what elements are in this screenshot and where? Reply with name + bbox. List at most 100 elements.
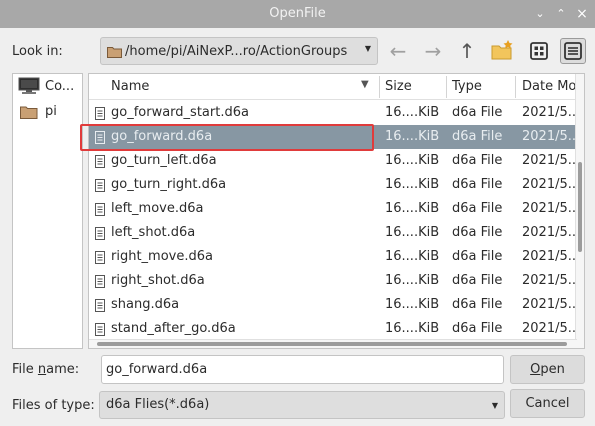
text-file-icon [95, 275, 105, 288]
maximize-icon[interactable]: ⌃ [552, 5, 570, 23]
forward-icon[interactable]: → [418, 36, 448, 66]
file-type-cell: d6a File [452, 273, 503, 288]
file-row[interactable]: go_turn_left.d6a 16....KiB d6a File 2021/5.… [89, 149, 581, 173]
folder-icon [107, 47, 122, 58]
file-name-cell: right_move.d6a [111, 249, 213, 264]
file-date-cell: 2021/5... [522, 153, 581, 168]
window-title: OpenFile [269, 6, 326, 21]
file-size-cell: 16....KiB [385, 201, 440, 216]
file-date-cell: 2021/5... [522, 249, 581, 264]
text-file-icon [95, 203, 105, 216]
file-size-cell: 16....KiB [385, 297, 440, 312]
file-type-combo[interactable]: d6a Flies(*.d6a) ▼ [99, 391, 505, 419]
folder-icon [20, 106, 38, 119]
back-icon[interactable]: ← [383, 36, 413, 66]
file-row[interactable]: right_shot.d6a 16....KiB d6a File 2021/5... [89, 269, 581, 293]
file-row[interactable]: go_turn_right.d6a 16....KiB d6a File 2021/5… [89, 173, 581, 197]
file-type-cell: d6a File [452, 201, 503, 216]
file-name-cell: go_forward_start.d6a [111, 105, 249, 120]
file-name-label: File name: [12, 362, 80, 377]
file-size-cell: 16....KiB [385, 273, 440, 288]
file-type-value: d6a Flies(*.d6a) [106, 397, 210, 412]
sidebar-item-label: Co... [45, 79, 75, 94]
look-in-path: /home/pi/AiNexP...ro/ActionGroups [125, 44, 348, 59]
file-name-cell: left_shot.d6a [111, 225, 196, 240]
text-file-icon [95, 323, 105, 336]
file-type-cell: d6a File [452, 225, 503, 240]
file-name-cell: left_move.d6a [111, 201, 204, 216]
file-row[interactable]: stand_after_go.d6a 16....KiB d6a File 2021/… [89, 317, 581, 341]
file-date-cell: 2021/5... [522, 321, 581, 336]
close-icon[interactable]: × [573, 5, 591, 23]
minimize-icon[interactable]: ⌄ [531, 5, 549, 23]
file-name-cell: right_shot.d6a [111, 273, 205, 288]
file-date-cell: 2021/5... [522, 273, 581, 288]
list-view-icon [564, 42, 582, 60]
text-file-icon [95, 299, 105, 312]
file-row[interactable]: go_forward_start.d6a 16....KiB d6a File 202… [89, 101, 581, 125]
vertical-scrollbar[interactable] [575, 74, 584, 348]
file-type-cell: d6a File [452, 105, 503, 120]
file-name-cell: go_turn_right.d6a [111, 177, 227, 192]
text-file-icon [95, 107, 105, 120]
file-type-cell: d6a File [452, 177, 503, 192]
file-row[interactable]: shang.d6a 16....KiB d6a File 2021/5... [89, 293, 581, 317]
sidebar-item-computer[interactable]: Co... [18, 77, 80, 97]
file-row[interactable]: right_move.d6a 16....KiB d6a File 2021/5... [89, 245, 581, 269]
horizontal-scrollbar[interactable] [89, 339, 577, 348]
file-list[interactable]: Name ▼ Size Type Date Mo go_forward_star… [88, 73, 585, 349]
file-name-cell: go_turn_left.d6a [111, 153, 217, 168]
file-type-cell: d6a File [452, 321, 503, 336]
detail-view-button[interactable] [560, 38, 586, 64]
text-file-icon [95, 227, 105, 240]
cancel-button[interactable]: Cancel [510, 389, 585, 418]
computer-icon [18, 77, 40, 94]
file-size-cell: 16....KiB [385, 321, 440, 336]
chevron-down-icon: ▼ [364, 44, 371, 53]
file-size-cell: 16....KiB [385, 153, 440, 168]
text-file-icon [95, 179, 105, 192]
icon-view-button[interactable] [526, 38, 552, 64]
file-size-cell: 16....KiB [385, 129, 440, 144]
file-type-cell: d6a File [452, 249, 503, 264]
file-type-cell: d6a File [452, 153, 503, 168]
file-size-cell: 16....KiB [385, 105, 440, 120]
file-size-cell: 16....KiB [385, 249, 440, 264]
file-date-cell: 2021/5... [522, 297, 581, 312]
file-date-cell: 2021/5... [522, 129, 581, 144]
text-file-icon [95, 155, 105, 168]
chevron-down-icon: ▼ [491, 401, 498, 410]
file-type-label: Files of type: [12, 398, 95, 413]
column-type[interactable]: Type [452, 79, 482, 94]
file-name-cell: shang.d6a [111, 297, 180, 312]
sidebar-item-label: pi [45, 104, 57, 119]
look-in-combo[interactable]: /home/pi/AiNexP...ro/ActionGroups ▼ [100, 37, 378, 65]
sidebar-item-pi[interactable]: pi [18, 102, 80, 122]
file-name-value: go_forward.d6a [106, 362, 208, 377]
file-row[interactable]: left_shot.d6a 16....KiB d6a File 2021/5... [89, 221, 580, 245]
new-folder-icon [491, 40, 513, 60]
column-name[interactable]: Name [111, 79, 149, 94]
file-name-input[interactable]: go_forward.d6a [101, 355, 504, 384]
text-file-icon [95, 251, 105, 264]
look-in-label: Look in: [12, 44, 63, 59]
up-icon[interactable]: ↑ [452, 36, 482, 66]
file-date-cell: 2021/5... [522, 201, 581, 216]
column-size[interactable]: Size [385, 79, 412, 94]
file-date-cell: 2021/5... [522, 177, 581, 192]
file-type-cell: d6a File [452, 129, 503, 144]
column-date[interactable]: Date Mo [522, 79, 576, 94]
file-size-cell: 16....KiB [385, 177, 440, 192]
file-name-cell: stand_after_go.d6a [111, 321, 236, 336]
places-sidebar: Co... pi [12, 73, 83, 349]
selection-highlight [80, 124, 374, 151]
file-type-cell: d6a File [452, 297, 503, 312]
open-button[interactable]: Open [510, 355, 585, 384]
list-header: Name ▼ Size Type Date Mo [89, 74, 577, 100]
title-bar: OpenFile ⌄ ⌃ × [0, 0, 595, 28]
file-row[interactable]: left_move.d6a 16....KiB d6a File 2021/5... [89, 197, 581, 221]
new-folder-button[interactable] [489, 38, 515, 64]
grid-view-icon [530, 42, 548, 60]
file-size-cell: 16....KiB [385, 225, 440, 240]
file-date-cell: 2021/5... [522, 105, 581, 120]
